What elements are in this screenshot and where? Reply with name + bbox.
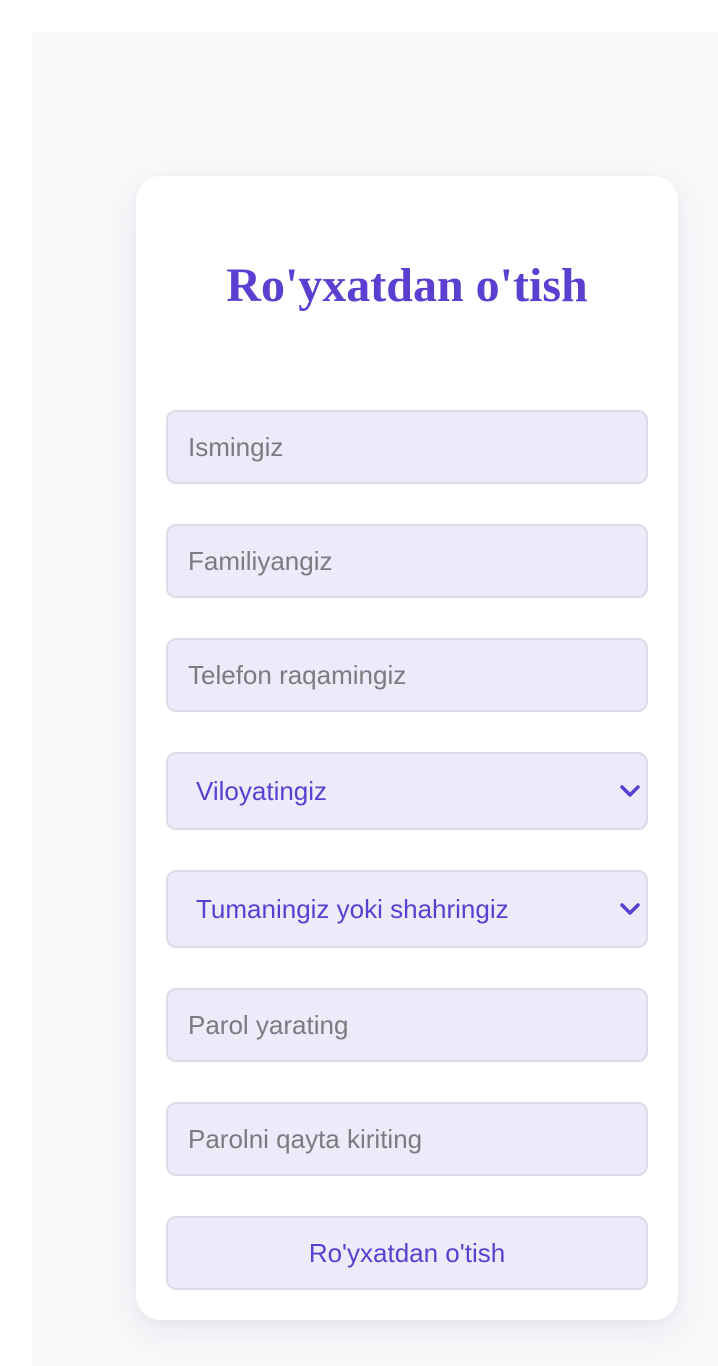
phone-input[interactable] [166,638,648,712]
register-button[interactable]: Ro'yxatdan o'tish [166,1216,648,1290]
district-select[interactable]: Tumaningiz yoki shahringiz [166,870,648,948]
first-name-input[interactable] [166,410,648,484]
password-confirm-input[interactable] [166,1102,648,1176]
password-input[interactable] [166,988,648,1062]
last-name-input[interactable] [166,524,648,598]
region-select[interactable]: Viloyatingiz [166,752,648,830]
page-title: Ro'yxatdan o'tish [226,259,588,312]
page-background: Ro'yxatdan o'tish Viloyatingiz Tumaningi… [32,32,718,1366]
registration-card: Ro'yxatdan o'tish Viloyatingiz Tumaningi… [136,176,678,1320]
